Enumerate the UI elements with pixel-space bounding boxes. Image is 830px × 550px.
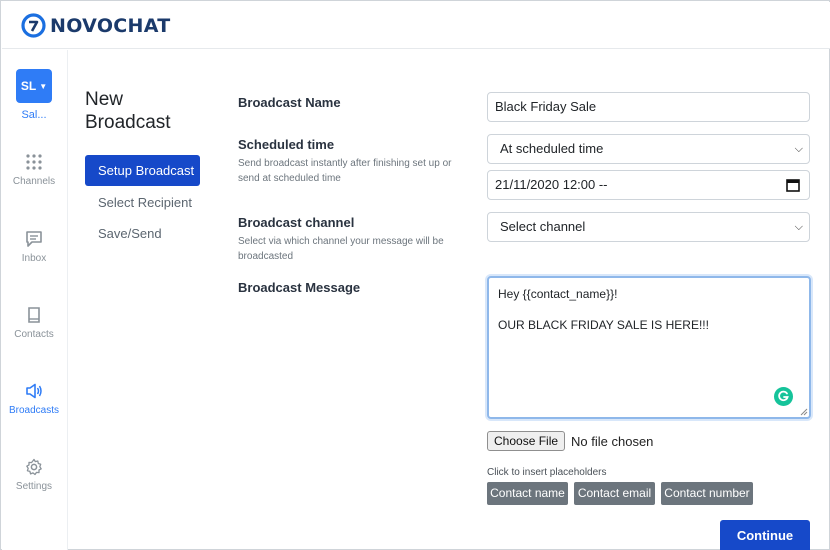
message-line-2: OUR BLACK FRIDAY SALE IS HERE!!! [498, 318, 709, 332]
placeholder-contact-number-button[interactable]: Contact number [661, 482, 753, 505]
megaphone-icon [26, 383, 42, 399]
file-upload: Choose File No file chosen [487, 431, 653, 451]
broadcast-channel-help: Select via which channel your message wi… [238, 236, 444, 262]
left-rail: SL ▼ Sal... Channels Inbox Contacts Broa… [2, 50, 68, 550]
broadcast-channel-selected: Select channel [500, 219, 586, 234]
sidebar-item-label: Inbox [21, 253, 47, 264]
gear-icon [26, 458, 42, 476]
scheduled-time-label: Scheduled time [238, 137, 335, 152]
brand-name: NOVOCHAT [50, 14, 171, 37]
chevron-down-icon: ⌵ [794, 143, 803, 155]
step-select-recipient[interactable]: Select Recipient [85, 187, 200, 218]
grammarly-icon[interactable] [774, 387, 793, 406]
sidebar-item-label: Contacts [14, 329, 54, 340]
placeholder-contact-email-button[interactable]: Contact email [574, 482, 655, 505]
page-title-line-1: New [85, 89, 124, 110]
sidebar-item-inbox[interactable]: Inbox [2, 230, 66, 264]
book-icon [28, 307, 40, 323]
schedule-datetime-input[interactable]: 21/11/2020 12:00 -- [487, 170, 810, 200]
sidebar-item-label: Settings [15, 481, 53, 492]
continue-button[interactable]: Continue [720, 520, 810, 550]
brand-logo[interactable]: NOVOCHAT [21, 13, 171, 38]
grid-dots-icon [26, 154, 42, 170]
placeholders-hint: Click to insert placeholders [487, 467, 607, 478]
scheduled-time-select[interactable]: At scheduled time ⌵ [487, 134, 810, 164]
scheduled-time-selected: At scheduled time [500, 141, 604, 156]
step-save-send[interactable]: Save/Send [85, 218, 200, 249]
broadcast-channel-label: Broadcast channel [238, 215, 355, 230]
schedule-datetime-value: 21/11/2020 12:00 -- [495, 177, 608, 192]
workspace-label: Sal... [21, 109, 47, 121]
chevron-down-icon: ⌵ [794, 221, 803, 233]
app-window: NOVOCHAT SL ▼ Sal... Channels Inbox Cont… [0, 0, 830, 550]
sidebar-item-contacts[interactable]: Contacts [2, 306, 66, 340]
file-status: No file chosen [571, 433, 654, 449]
step-setup-broadcast[interactable]: Setup Broadcast [85, 155, 200, 186]
chat-bubble-icon [26, 231, 42, 247]
broadcast-channel-select[interactable]: Select channel ⌵ [487, 212, 810, 242]
broadcast-message-label: Broadcast Message [238, 280, 361, 295]
broadcast-message-textarea[interactable]: Hey {{contact_name}}! OUR BLACK FRIDAY S… [487, 276, 811, 419]
page-title: New Broadcast [85, 88, 205, 134]
sidebar-item-broadcasts[interactable]: Broadcasts [2, 382, 66, 416]
top-bar: NOVOCHAT [2, 2, 830, 49]
sidebar-item-settings[interactable]: Settings [2, 458, 66, 492]
scheduled-time-help: Send broadcast instantly after finishing… [238, 158, 452, 184]
sidebar-item-channels[interactable]: Channels [2, 153, 66, 187]
caret-down-icon: ▼ [39, 81, 48, 91]
sidebar-item-label: Channels [12, 176, 56, 187]
message-line-1: Hey {{contact_name}}! [498, 287, 618, 301]
novochat-logo-icon [21, 13, 46, 38]
page-title-line-2: Broadcast [85, 112, 171, 133]
broadcast-name-input[interactable]: Black Friday Sale [487, 92, 810, 122]
workspace-initials: SL [20, 79, 37, 93]
resize-handle-icon[interactable] [800, 408, 808, 416]
placeholder-contact-name-button[interactable]: Contact name [487, 482, 568, 505]
calendar-icon[interactable] [786, 178, 800, 192]
broadcast-name-value: Black Friday Sale [495, 99, 597, 114]
workspace-switcher-button[interactable]: SL ▼ [16, 69, 52, 103]
broadcast-name-label: Broadcast Name [238, 95, 341, 110]
choose-file-button[interactable]: Choose File [487, 431, 566, 451]
sidebar-item-label: Broadcasts [8, 405, 60, 416]
